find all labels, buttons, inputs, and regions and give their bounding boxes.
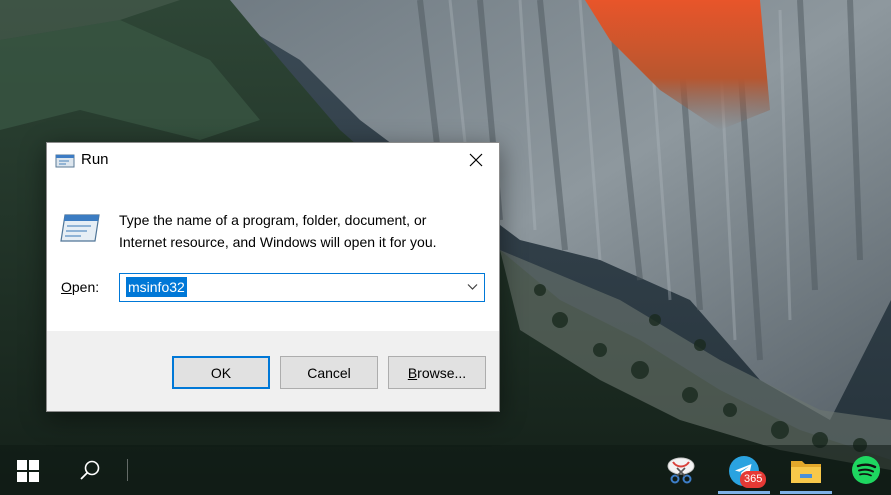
run-icon xyxy=(60,214,100,242)
description-line: Internet resource, and Windows will open… xyxy=(119,234,437,250)
close-button[interactable] xyxy=(453,143,499,177)
dialog-description: Type the name of a program, folder, docu… xyxy=(119,209,489,253)
file-explorer-icon[interactable] xyxy=(790,457,822,485)
close-icon xyxy=(469,153,483,167)
browse-accelerator: B xyxy=(407,364,418,381)
title-bar[interactable]: Run xyxy=(47,143,499,179)
active-app-indicator xyxy=(718,491,770,494)
command-input[interactable]: msinfo32 xyxy=(126,277,187,297)
snipping-tool-icon[interactable] xyxy=(665,454,697,486)
cancel-button[interactable]: Cancel xyxy=(280,356,378,389)
active-app-indicator xyxy=(780,491,832,494)
browse-label: rowse... xyxy=(417,364,467,381)
command-combobox[interactable]: msinfo32 xyxy=(119,273,485,302)
dialog-button-area: OK Cancel Browse... xyxy=(47,331,499,411)
dialog-title: Run xyxy=(81,151,109,168)
ok-button[interactable]: OK xyxy=(172,356,270,389)
open-label-accelerator: O xyxy=(61,279,72,295)
open-label: Open: xyxy=(61,279,99,295)
run-icon xyxy=(55,154,75,168)
taskbar: 365 xyxy=(0,445,891,495)
open-label-text: pen: xyxy=(71,279,100,295)
spotify-icon[interactable] xyxy=(851,455,881,485)
windows-logo-icon[interactable] xyxy=(17,460,39,482)
taskbar-separator xyxy=(127,459,128,481)
description-line: Type the name of a program, folder, docu… xyxy=(119,212,427,228)
notification-badge: 365 xyxy=(740,471,767,488)
run-dialog: Run Type the name of a program, folder, … xyxy=(46,142,500,412)
browse-button[interactable]: Browse... xyxy=(388,356,486,389)
search-icon[interactable] xyxy=(79,459,101,481)
chevron-down-icon[interactable] xyxy=(467,283,478,291)
